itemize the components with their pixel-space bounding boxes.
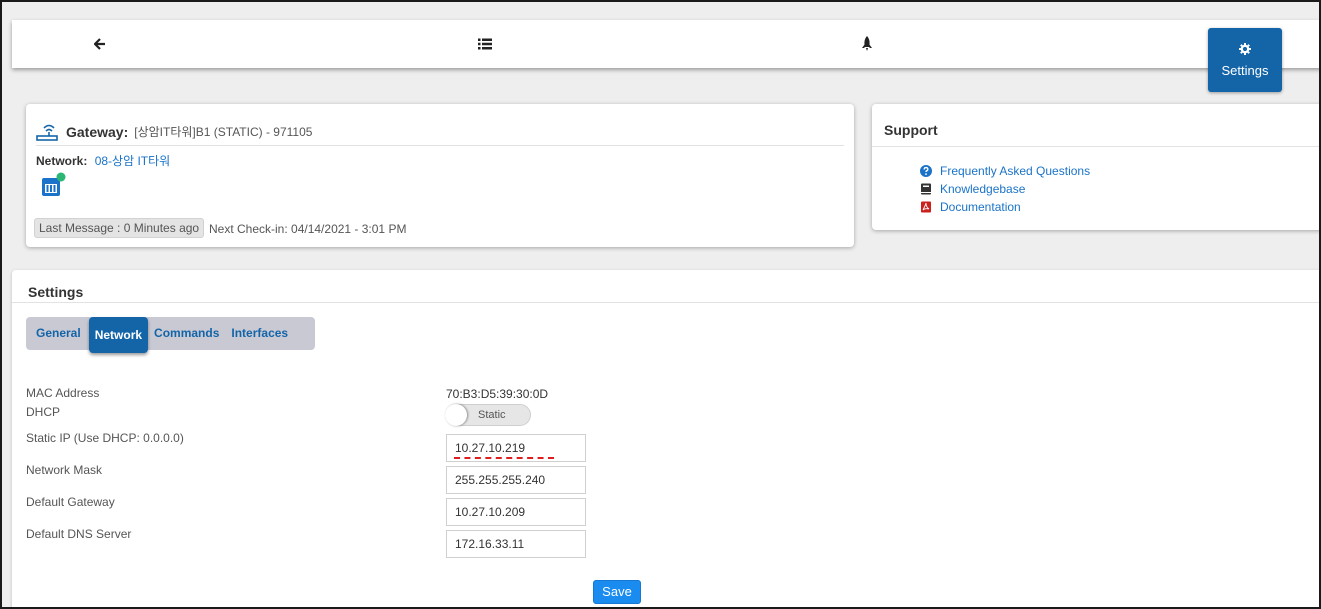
mac-address-label: MAC Address <box>26 386 100 400</box>
dns-server-input[interactable]: 172.16.33.11 <box>446 530 586 558</box>
gateway-device-icon <box>42 172 66 196</box>
default-gateway-input[interactable]: 10.27.10.209 <box>446 498 586 526</box>
settings-panel: Settings General Network Commands Interf… <box>12 270 1319 607</box>
device-status[interactable] <box>40 172 66 198</box>
arrow-left-icon <box>94 38 105 50</box>
static-ip-label: Static IP (Use DHCP: 0.0.0.0) <box>26 431 184 445</box>
gateway-title: Gateway: <box>66 123 129 140</box>
dhcp-toggle-knob <box>445 404 467 426</box>
settings-nav-button[interactable]: Settings <box>1208 28 1282 92</box>
documentation-link[interactable]: Documentation <box>940 200 1021 214</box>
book-icon <box>921 183 931 195</box>
gateway-card: Gateway: [상암IT타워]B1 (STATIC) - 971105 Ne… <box>26 104 854 247</box>
settings-title: Settings <box>28 284 84 300</box>
support-item-faq: Frequently Asked Questions <box>920 162 1090 180</box>
app-frame: Settings Gateway: [상암IT타워]B1 (STATIC) - … <box>0 0 1321 609</box>
list-button[interactable] <box>465 20 505 68</box>
question-circle-icon <box>920 165 932 177</box>
dns-server-label: Default DNS Server <box>26 527 132 541</box>
tab-interfaces[interactable]: Interfaces <box>225 317 294 350</box>
support-item-documentation: Documentation <box>920 198 1090 216</box>
rocket-icon <box>862 36 872 51</box>
mac-address-value: 70:B3:D5:39:30:0D <box>446 387 549 401</box>
tab-commands[interactable]: Commands <box>148 317 225 350</box>
gateway-name: [상암IT타워]B1 (STATIC) - 971105 <box>134 125 313 139</box>
knowledgebase-link[interactable]: Knowledgebase <box>940 182 1025 196</box>
settings-nav-label: Settings <box>1221 62 1269 78</box>
dhcp-label: DHCP <box>26 405 61 419</box>
network-row: Network: 08-상암 IT타워 <box>36 152 170 169</box>
tab-general[interactable]: General <box>26 317 89 350</box>
last-message-badge: Last Message : 0 Minutes ago <box>34 218 205 238</box>
dhcp-toggle-label: Static <box>478 409 506 421</box>
save-button[interactable]: Save <box>593 580 641 604</box>
gear-icon <box>1239 42 1251 55</box>
spellcheck-underline <box>454 457 554 459</box>
router-icon <box>36 124 58 141</box>
default-gateway-label: Default Gateway <box>26 495 115 509</box>
support-card: Support Frequently Asked Questions Knowl… <box>872 104 1319 230</box>
pdf-icon <box>921 201 931 213</box>
gateway-header: Gateway: [상암IT타워]B1 (STATIC) - 971105 <box>36 118 844 146</box>
settings-tabs: General Network Commands Interfaces <box>26 317 315 353</box>
back-button[interactable] <box>80 20 120 68</box>
network-label: Network: <box>36 154 88 168</box>
support-list: Frequently Asked Questions Knowledgebase… <box>920 162 1090 216</box>
settings-divider <box>12 302 1319 303</box>
tab-network[interactable]: Network <box>88 317 149 353</box>
top-nav <box>12 20 1319 68</box>
network-mask-input[interactable]: 255.255.255.240 <box>446 466 586 494</box>
network-link[interactable]: 08-상암 IT타워 <box>95 154 171 168</box>
next-checkin: Next Check-in: 04/14/2021 - 3:01 PM <box>209 222 407 236</box>
network-mask-label: Network Mask <box>26 463 103 477</box>
support-item-knowledgebase: Knowledgebase <box>920 180 1090 198</box>
rocket-button[interactable] <box>847 20 887 68</box>
faq-link[interactable]: Frequently Asked Questions <box>940 164 1090 178</box>
support-divider <box>872 146 1319 147</box>
dhcp-toggle[interactable]: Static <box>445 404 531 426</box>
support-title: Support <box>884 122 938 138</box>
list-icon <box>478 38 492 50</box>
